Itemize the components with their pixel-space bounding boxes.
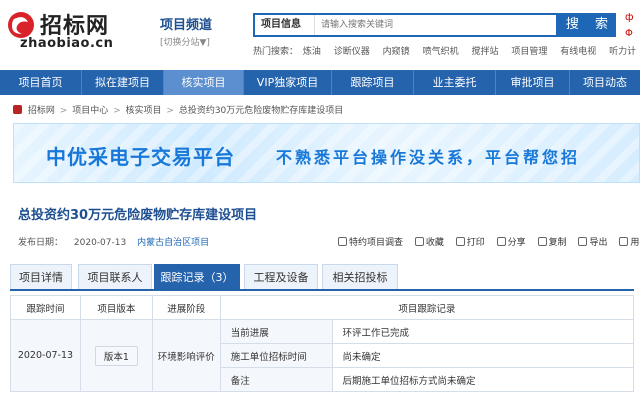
share-icon [496, 237, 506, 246]
copy-button[interactable]: 复制 [537, 235, 567, 248]
nav-item-news[interactable]: 项目动态 [570, 70, 640, 95]
version-link[interactable]: 版本1 [94, 345, 138, 366]
tracking-table: 跟踪时间 项目版本 进展阶段 项目跟踪记录 2020-07-13 版本1 环境影… [10, 295, 635, 392]
hot-search-item[interactable]: 搅拌站 [471, 47, 498, 57]
export-icon [578, 237, 588, 246]
banner-slogan: 不熟悉平台操作没关系，平台帮您招 [276, 148, 581, 167]
detail-tabs: 项目详情 项目联系人 跟踪记录（3） 工程及设备 相关招投标 [10, 264, 634, 291]
nav-item-owner[interactable]: 业主委托 [414, 70, 496, 95]
nav-item-home[interactable]: 项目首页 [0, 70, 82, 95]
search-input[interactable] [317, 15, 555, 35]
tab-bids[interactable]: 相关招投标 [322, 264, 398, 289]
search-button[interactable]: 搜 索 [558, 13, 616, 37]
table-row: 2020-07-13 版本1 环境影响评价 当前进展 环评工作已完成 [10, 319, 634, 392]
page-root: 招标网 zhaobiao.cn 项目频道 [切换分站▼] 项目信息 搜 索 热门… [0, 0, 640, 405]
channel-title: 项目频道 [160, 18, 213, 33]
survey-button[interactable]: 特约项目调查 [338, 235, 403, 248]
action-toolbar: 特约项目调查 收藏 打印 分享 复制 导出 用手机查看 [338, 235, 640, 248]
hot-search-item[interactable]: 喷气织机 [423, 47, 459, 57]
edge-link-mid[interactable]: Φ [625, 28, 633, 39]
logo-text-en: zhaobiao.cn [20, 36, 114, 51]
track-date: 2020-07-13 [10, 319, 81, 392]
breadcrumb-item[interactable]: 项目中心 [72, 106, 108, 116]
stage-cell: 环境影响评价 [151, 319, 221, 392]
nav-item-tracking[interactable]: 跟踪项目 [332, 70, 414, 95]
search-box: 项目信息 [253, 13, 558, 37]
table-header-row: 跟踪时间 项目版本 进展阶段 项目跟踪记录 [10, 295, 635, 320]
breadcrumb-current: 总投资约30万元危险废物贮存库建设项目 [178, 106, 344, 116]
share-label: 分享 [507, 238, 526, 248]
phone-icon [619, 237, 629, 246]
nav-item-verified[interactable]: 核实项目 [164, 70, 244, 95]
hot-search-item[interactable]: 项目管理 [511, 47, 547, 57]
breadcrumb-separator-icon: > [113, 106, 121, 116]
nav-item-vip[interactable]: VIP独家项目 [244, 70, 332, 95]
export-label: 导出 [589, 238, 608, 248]
publish-meta: 发布日期： 2020-07-13 内蒙古自治区项目 [18, 235, 209, 248]
tab-details[interactable]: 项目详情 [10, 264, 72, 289]
nav-item-approval[interactable]: 审批项目 [496, 70, 570, 95]
hot-search-item[interactable]: 内窥镜 [383, 47, 410, 57]
switch-site-link[interactable]: [切换分站▼] [160, 35, 212, 48]
breadcrumb-item[interactable]: 招标网 [28, 106, 55, 116]
version-cell: 版本1 [79, 319, 153, 392]
copy-label: 复制 [548, 238, 567, 248]
favorite-label: 收藏 [425, 238, 444, 248]
survey-icon [338, 237, 347, 246]
copy-icon [537, 237, 547, 246]
page-title: 总投资约30万元危险废物贮存库建设项目 [18, 208, 258, 223]
favorite-button[interactable]: 收藏 [414, 235, 444, 248]
col-header: 跟踪时间 [10, 295, 81, 320]
heart-icon [414, 237, 424, 246]
tab-tracking[interactable]: 跟踪记录（3） [154, 264, 240, 289]
hot-search-item[interactable]: 听力计 [609, 47, 636, 57]
mobile-view-label: 用手机查看 [630, 238, 640, 248]
col-header: 项目跟踪记录 [219, 295, 635, 320]
breadcrumb-separator-icon: > [59, 106, 68, 116]
site-logo[interactable]: 招标网 zhaobiao.cn [6, 8, 136, 52]
publish-date-label: 发布日期： [18, 238, 64, 248]
home-icon [13, 105, 22, 114]
nav-item-proposed[interactable]: 拟在建项目 [82, 70, 164, 95]
hot-search-item[interactable]: 炼油 [303, 47, 321, 57]
hot-search-list: 热门搜索： 炼油 诊断仪器 内窥镜 喷气织机 搅拌站 项目管理 有线电视 听力计 [253, 44, 640, 57]
record-key: 当前进展 [219, 319, 333, 344]
edge-link-top[interactable]: ф [625, 12, 634, 23]
record-key: 施工单位招标时间 [219, 343, 333, 368]
record-value: 后期施工单位招标方式尚未确定 [331, 367, 634, 392]
publish-date: 2020-07-13 [73, 238, 127, 248]
promo-banner[interactable]: 中优采电子交易平台 不熟悉平台操作没关系，平台帮您招 [13, 123, 640, 183]
print-button[interactable]: 打印 [455, 235, 485, 248]
col-header: 项目版本 [79, 295, 153, 320]
main-nav: 项目首页 拟在建项目 核实项目 VIP独家项目 跟踪项目 业主委托 审批项目 项… [0, 70, 640, 95]
record-value: 环评工作已完成 [331, 319, 634, 344]
hot-search-label: 热门搜索： [253, 47, 299, 57]
record-value: 尚未确定 [331, 343, 634, 368]
search-category-select[interactable]: 项目信息 [255, 15, 315, 35]
hot-search-item[interactable]: 诊断仪器 [334, 47, 370, 57]
record-key: 备注 [219, 367, 333, 392]
print-label: 打印 [466, 238, 485, 248]
tab-contacts[interactable]: 项目联系人 [78, 264, 152, 289]
hot-search-item[interactable]: 有线电视 [560, 47, 596, 57]
breadcrumb-separator-icon: > [166, 106, 174, 116]
channel-block: 项目频道 [切换分站▼] [160, 14, 212, 48]
region-link[interactable]: 内蒙古自治区项目 [137, 238, 209, 248]
breadcrumb-item[interactable]: 核实项目 [126, 106, 162, 116]
share-button[interactable]: 分享 [496, 235, 526, 248]
survey-label: 特约项目调查 [349, 238, 404, 248]
breadcrumb: 招标网 > 项目中心 > 核实项目 > 总投资约30万元危险废物贮存库建设项目 [13, 103, 343, 116]
banner-headline: 中优采电子交易平台 [46, 145, 235, 169]
tab-equipment[interactable]: 工程及设备 [244, 264, 318, 289]
mobile-view-button[interactable]: 用手机查看 [619, 235, 640, 248]
printer-icon [455, 237, 465, 246]
export-button[interactable]: 导出 [578, 235, 607, 248]
col-header: 进展阶段 [151, 295, 221, 320]
